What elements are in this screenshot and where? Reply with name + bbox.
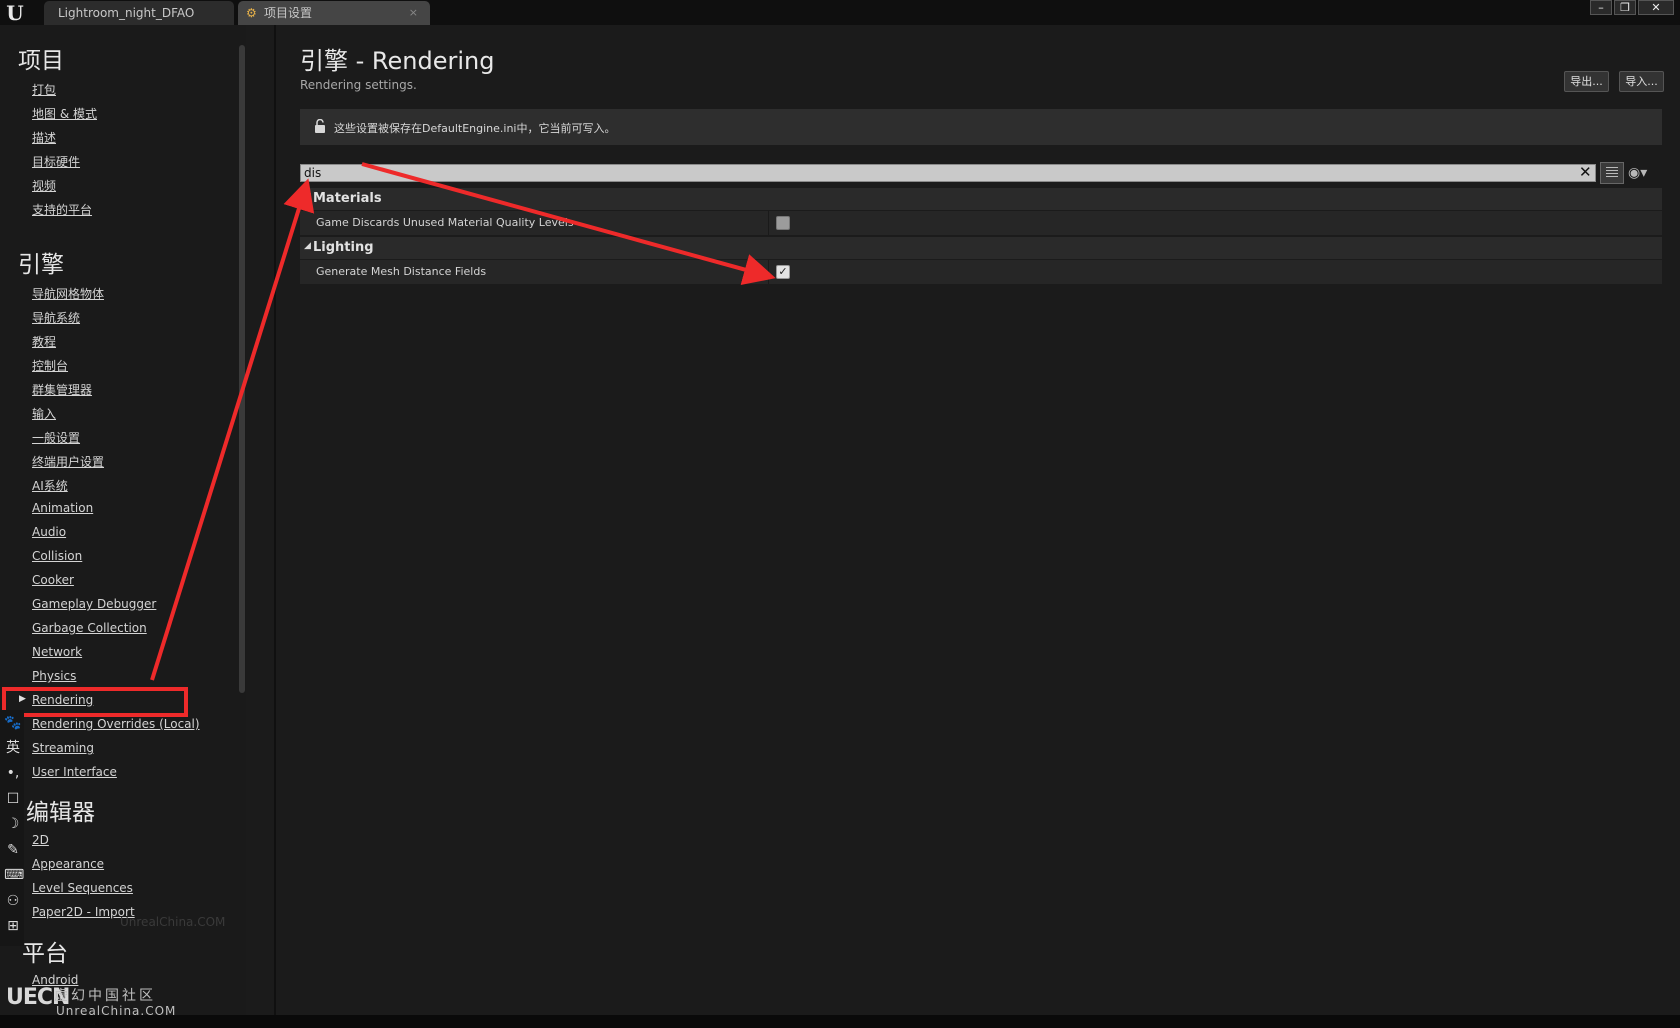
sidebar-item[interactable]: Streaming <box>32 741 94 755</box>
maximize-button[interactable]: ❐ <box>1614 0 1636 15</box>
sidebar-item[interactable]: Physics <box>32 669 76 683</box>
import-button[interactable]: 导入... <box>1619 71 1664 92</box>
sidebar-item[interactable]: 终端用户设置 <box>32 453 104 470</box>
caret-right-icon: ▶ <box>19 694 26 704</box>
table-view-button[interactable] <box>1600 162 1624 184</box>
expand-icon[interactable]: ◢ <box>304 241 311 251</box>
sidebar-item[interactable]: Collision <box>32 549 82 563</box>
user-icon[interactable]: ⚇ <box>4 892 22 910</box>
grid-view-icon <box>1606 167 1618 179</box>
sidebar-item[interactable]: User Interface <box>32 765 117 779</box>
config-info-banner: 这些设置被保存在DefaultEngine.ini中，它当前可写入。 <box>300 109 1662 145</box>
sidebar-item[interactable]: Appearance <box>32 857 104 871</box>
tab-label: Lightroom_night_DFAO <box>58 6 195 20</box>
category-materials[interactable]: ◢ Materials <box>300 188 1662 210</box>
selected-item-highlight <box>2 687 188 717</box>
unreal-logo-icon[interactable]: U <box>4 2 26 24</box>
moon-icon[interactable]: ☽ <box>4 815 22 833</box>
close-tab-icon[interactable]: × <box>409 1 418 25</box>
column-splitter[interactable] <box>768 211 769 235</box>
panel-divider[interactable] <box>274 25 276 1015</box>
sidebar-item[interactable]: 描述 <box>32 129 56 146</box>
section-heading-editor: 编辑器 <box>26 800 95 826</box>
category-label: Materials <box>313 191 382 206</box>
sidebar-item[interactable]: 输入 <box>32 405 56 422</box>
sidebar-item[interactable]: Gameplay Debugger <box>32 597 156 611</box>
close-window-button[interactable]: ✕ <box>1638 0 1674 15</box>
section-heading-project: 项目 <box>18 48 64 74</box>
sidebar-item[interactable]: 2D <box>32 833 49 847</box>
unlock-icon <box>315 119 325 133</box>
title-bar: U Lightroom_night_DFAO ⚙ 项目设置 × – ❐ ✕ <box>0 0 1680 25</box>
export-button[interactable]: 导出... <box>1564 71 1609 92</box>
sidebar-item[interactable]: 一般设置 <box>32 429 80 446</box>
search-box: ✕ <box>300 163 1596 182</box>
tab-label: 项目设置 <box>264 6 313 20</box>
sidebar-item[interactable]: 导航网格物体 <box>32 285 104 302</box>
ime-toolbar: 🐾 英 •, ☐ ☽ ✎ ⌨ ⚇ ⊞ <box>0 710 24 946</box>
checkbox-game-discards[interactable] <box>776 216 790 230</box>
sidebar-item[interactable]: AI系统 <box>32 477 68 494</box>
property-row: Game Discards Unused Material Quality Le… <box>300 211 1662 235</box>
pen-icon[interactable]: ✎ <box>4 841 22 859</box>
faint-watermark: UnrealChina.COM <box>120 915 226 929</box>
section-heading-platforms: 平台 <box>22 941 68 967</box>
sidebar-item[interactable]: 支持的平台 <box>32 201 92 218</box>
sidebar-item[interactable]: Garbage Collection <box>32 621 147 635</box>
annotation-arrows <box>150 162 776 681</box>
page-title: 引擎 - Rendering <box>300 47 495 75</box>
sidebar-item[interactable]: 教程 <box>32 333 56 350</box>
category-lighting[interactable]: ◢ Lighting <box>300 237 1662 259</box>
sidebar-scrollbar[interactable] <box>239 45 245 693</box>
tab-level[interactable]: Lightroom_night_DFAO <box>44 1 234 25</box>
sidebar-item[interactable]: 目标硬件 <box>32 153 80 170</box>
sidebar-item[interactable]: 群集管理器 <box>32 381 92 398</box>
sidebar-item[interactable]: Cooker <box>32 573 74 587</box>
property-label: Generate Mesh Distance Fields <box>316 265 487 278</box>
sidebar-item[interactable]: Network <box>32 645 82 659</box>
sidebar-item[interactable]: 地图 & 模式 <box>32 105 97 122</box>
checkbox-generate-mesh-distance-fields[interactable]: ✓ <box>776 265 790 279</box>
watermark-cn: 虚幻中国社区 <box>54 988 156 1004</box>
sidebar-item[interactable]: Audio <box>32 525 66 539</box>
sidebar-item[interactable]: 打包 <box>32 81 56 98</box>
column-splitter[interactable] <box>768 260 769 284</box>
sidebar-item[interactable]: Rendering Overrides (Local) <box>32 717 200 731</box>
language-icon[interactable]: 英 <box>4 739 22 757</box>
sidebar-item[interactable]: 导航系统 <box>32 309 80 326</box>
keyboard-icon[interactable]: ⌨ <box>4 866 24 884</box>
grid-icon[interactable]: ⊞ <box>4 917 22 935</box>
tab-project-settings[interactable]: ⚙ 项目设置 × <box>238 1 430 25</box>
sidebar-item[interactable]: Level Sequences <box>32 881 133 895</box>
taskbar <box>0 1015 1680 1028</box>
sidebar-item-rendering[interactable]: Rendering <box>32 693 93 707</box>
page-subtitle: Rendering settings. <box>300 78 417 92</box>
info-text: 这些设置被保存在DefaultEngine.ini中，它当前可写入。 <box>334 122 616 135</box>
minimize-button[interactable]: – <box>1590 0 1612 15</box>
sidebar-item[interactable]: Animation <box>32 501 93 515</box>
visibility-options-icon[interactable]: ◉▾ <box>1628 165 1647 181</box>
expand-icon[interactable]: ◢ <box>304 192 311 202</box>
paw-icon[interactable]: 🐾 <box>4 714 22 732</box>
gear-icon: ⚙ <box>246 6 257 20</box>
property-row: Generate Mesh Distance Fields ✓ <box>300 260 1662 284</box>
category-label: Lighting <box>313 240 374 255</box>
keyboard-layout-icon[interactable]: ☐ <box>4 790 22 808</box>
property-label: Game Discards Unused Material Quality Le… <box>316 216 574 229</box>
sidebar-item[interactable]: 视频 <box>32 177 56 194</box>
punctuation-icon[interactable]: •, <box>4 764 22 782</box>
clear-search-icon[interactable]: ✕ <box>1579 163 1592 181</box>
sidebar-item[interactable]: 控制台 <box>32 357 68 374</box>
search-input[interactable] <box>301 165 1577 181</box>
section-heading-engine: 引擎 <box>18 252 64 278</box>
